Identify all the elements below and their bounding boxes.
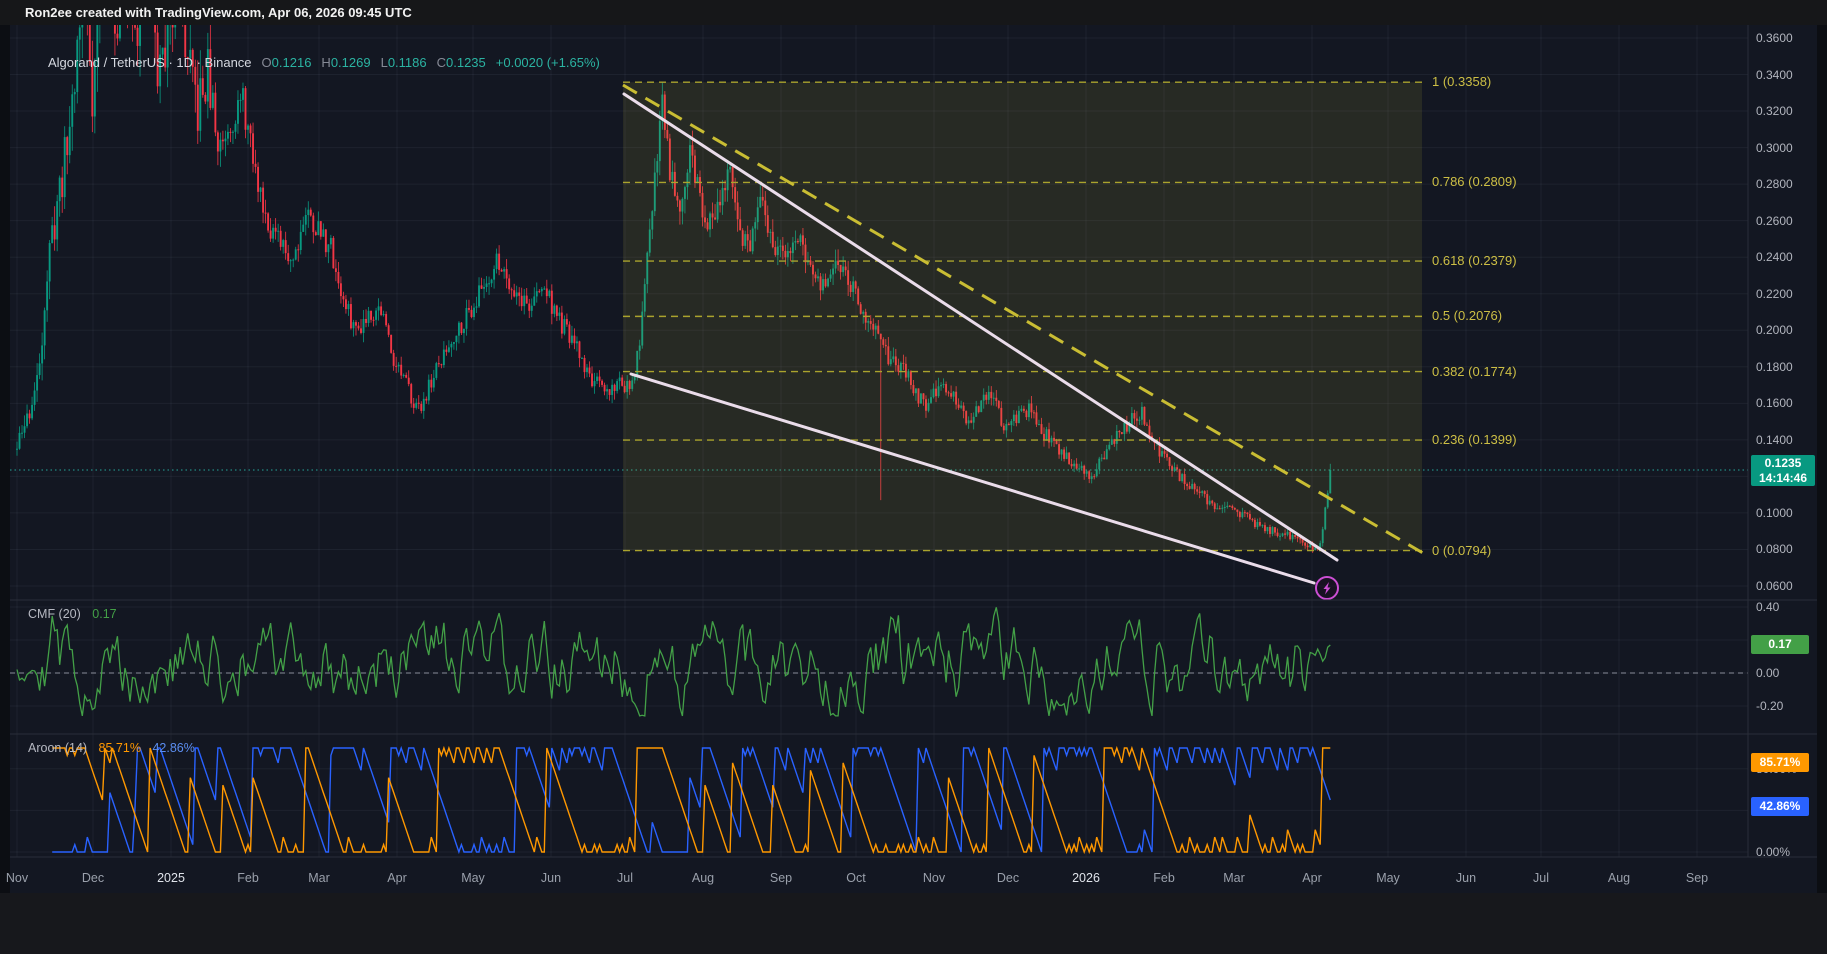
chart-canvas[interactable]	[10, 25, 1817, 893]
cmf-legend[interactable]: CMF (20) 0.17	[28, 607, 117, 621]
low-label: L	[381, 55, 388, 70]
tradingview-chart-screenshot: Ron2ee created with TradingView.com, Apr…	[0, 0, 1827, 954]
cmf-value-badge: 0.17	[1751, 635, 1809, 654]
attribution-bar: Ron2ee created with TradingView.com, Apr…	[0, 0, 1827, 25]
cmf-label[interactable]: CMF (20)	[28, 607, 81, 621]
attribution-text: Ron2ee created with TradingView.com, Apr…	[25, 5, 412, 20]
cmf-current-value: 0.17	[92, 607, 116, 621]
close-value: 0.1235	[446, 55, 486, 70]
aroon-legend[interactable]: Aroon (14) 85.71% 42.86%	[28, 741, 195, 755]
low-value: 0.1186	[388, 55, 427, 70]
footer-bar: TradingView	[0, 893, 1827, 954]
last-price-value: 0.1235	[1751, 456, 1815, 471]
last-price-countdown: 14:14:46	[1751, 471, 1815, 486]
aroon-down-badge: 42.86%	[1751, 797, 1809, 816]
last-price-badge: 0.1235 14:14:46	[1751, 455, 1815, 486]
close-label: C	[437, 55, 446, 70]
open-value: 0.1216	[272, 55, 312, 70]
symbol-legend[interactable]: Algorand / TetherUS · 1D · Binance O0.121…	[48, 55, 600, 70]
aroon-up-badge: 85.71%	[1751, 753, 1809, 772]
chart-panel[interactable]: Algorand / TetherUS · 1D · Binance O0.121…	[10, 25, 1817, 893]
aroon-up-value: 85.71%	[99, 741, 141, 755]
change-value: +0.0020 (+1.65%)	[496, 55, 600, 70]
aroon-label[interactable]: Aroon (14)	[28, 741, 87, 755]
high-label: H	[321, 55, 330, 70]
open-label: O	[262, 55, 272, 70]
aroon-down-value: 42.86%	[152, 741, 194, 755]
high-value: 0.1269	[331, 55, 371, 70]
symbol-title[interactable]: Algorand / TetherUS · 1D · Binance	[48, 55, 252, 70]
